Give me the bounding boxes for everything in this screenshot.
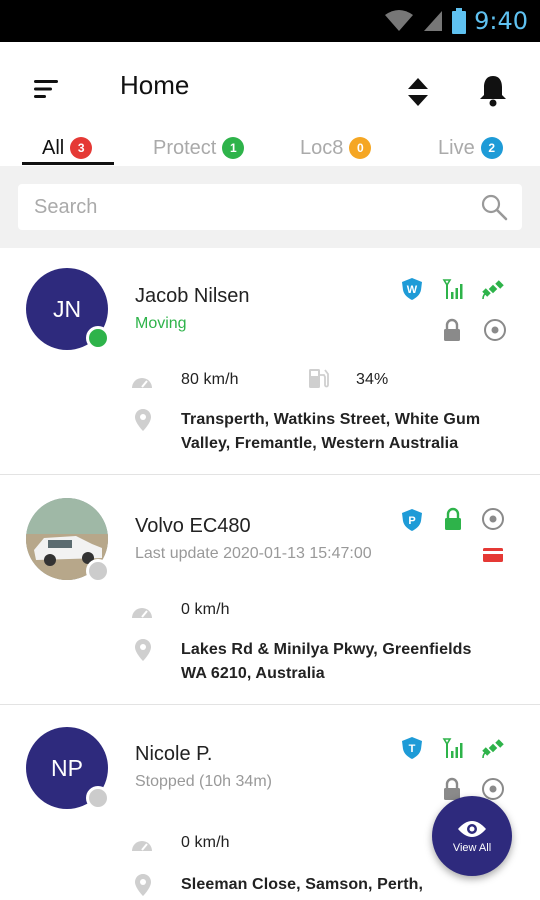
speedometer-icon xyxy=(132,841,152,851)
count-badge: 3 xyxy=(70,137,93,159)
count-badge: 1 xyxy=(222,137,245,159)
search-input[interactable] xyxy=(34,184,474,230)
tab-protect[interactable]: Protect 1 xyxy=(153,130,245,166)
vehicle-status: Last update 2020-01-13 15:47:00 xyxy=(135,545,372,562)
tab-loc8[interactable]: Loc8 0 xyxy=(300,130,372,166)
plan-p-shield-icon: P xyxy=(402,509,422,531)
online-status-dot xyxy=(86,786,110,810)
address-line-2: Valley, Fremantle, Western Australia xyxy=(181,435,459,452)
speed-value: 0 km/h xyxy=(181,834,230,851)
wifi-icon xyxy=(385,10,414,31)
online-status-dot xyxy=(86,559,110,583)
target-icon xyxy=(482,508,504,530)
fuel-icon xyxy=(309,369,329,388)
tab-all[interactable]: All 3 xyxy=(42,130,93,166)
satellite-icon xyxy=(482,280,504,300)
speedometer-icon xyxy=(132,608,152,618)
view-all-button[interactable]: View All xyxy=(432,796,512,876)
vehicle-name: Nicole P. xyxy=(135,743,213,765)
vehicle-status: Stopped (10h 34m) xyxy=(135,773,272,790)
count-badge: 0 xyxy=(349,137,372,159)
plan-letter: W xyxy=(407,284,418,296)
tab-label: Loc8 xyxy=(300,136,344,159)
menu-icon[interactable] xyxy=(30,76,62,102)
location-pin-icon xyxy=(135,639,151,661)
address-line-2: WA 6210, Australia xyxy=(181,665,325,682)
count-badge: 2 xyxy=(480,137,503,159)
status-bar: 9:40 xyxy=(0,0,540,42)
address-line-1: Transperth, Watkins Street, White Gum xyxy=(181,411,481,428)
card-alert-icon xyxy=(483,548,503,562)
speedometer-icon xyxy=(132,378,152,388)
lock-icon xyxy=(444,318,460,341)
address-line-1: Sleeman Close, Samson, Perth, xyxy=(181,876,424,893)
tab-label: Protect xyxy=(153,136,217,159)
signal-icon xyxy=(424,11,443,31)
view-all-label: View All xyxy=(452,841,492,854)
clock: 9:40 xyxy=(474,7,528,35)
active-tab-indicator xyxy=(22,162,114,165)
speed-value: 0 km/h xyxy=(181,601,230,618)
satellite-icon xyxy=(482,739,504,759)
tab-live[interactable]: Live 2 xyxy=(438,130,503,166)
vehicle-name: Volvo EC480 xyxy=(135,515,251,537)
vehicle-card[interactable]: Volvo EC480 Last update 2020-01-13 15:47… xyxy=(0,475,540,705)
battery-icon xyxy=(452,8,467,34)
plan-w-shield-icon: W xyxy=(402,278,422,300)
plan-letter: T xyxy=(409,743,416,755)
location-pin-icon xyxy=(135,874,151,896)
vehicle-status: Moving xyxy=(135,315,187,332)
plan-letter: P xyxy=(408,515,415,527)
search-bar xyxy=(0,166,540,248)
gps-signal-icon xyxy=(442,738,463,758)
eye-icon xyxy=(458,820,486,837)
target-icon xyxy=(484,319,506,341)
address-line-1: Lakes Rd & Minilya Pkwy, Greenfields xyxy=(181,641,472,658)
location-pin-icon xyxy=(135,409,151,431)
search-icon[interactable] xyxy=(480,193,508,221)
gps-signal-icon xyxy=(442,279,463,299)
vehicle-name: Jacob Nilsen xyxy=(135,285,250,307)
fuel-value: 34% xyxy=(356,371,389,388)
lock-icon xyxy=(445,507,461,530)
avatar-initials: JN xyxy=(52,295,82,322)
bell-icon[interactable] xyxy=(476,72,510,108)
online-status-dot xyxy=(86,326,110,350)
page-title: Home xyxy=(120,70,190,100)
speed-value: 80 km/h xyxy=(181,371,239,388)
filter-tabs: All 3 Protect 1 Loc8 0 Live 2 xyxy=(0,130,540,166)
vehicle-card[interactable]: JN Jacob Nilsen Moving W 80 km/h 34% Tra… xyxy=(0,248,540,475)
tab-label: Live xyxy=(438,136,475,159)
sort-icon[interactable] xyxy=(403,74,433,110)
search-box xyxy=(18,184,522,230)
avatar-initials: NP xyxy=(51,754,83,781)
tab-label: All xyxy=(42,136,65,159)
app-bar: Home xyxy=(0,42,540,134)
plan-t-shield-icon: T xyxy=(402,737,422,759)
